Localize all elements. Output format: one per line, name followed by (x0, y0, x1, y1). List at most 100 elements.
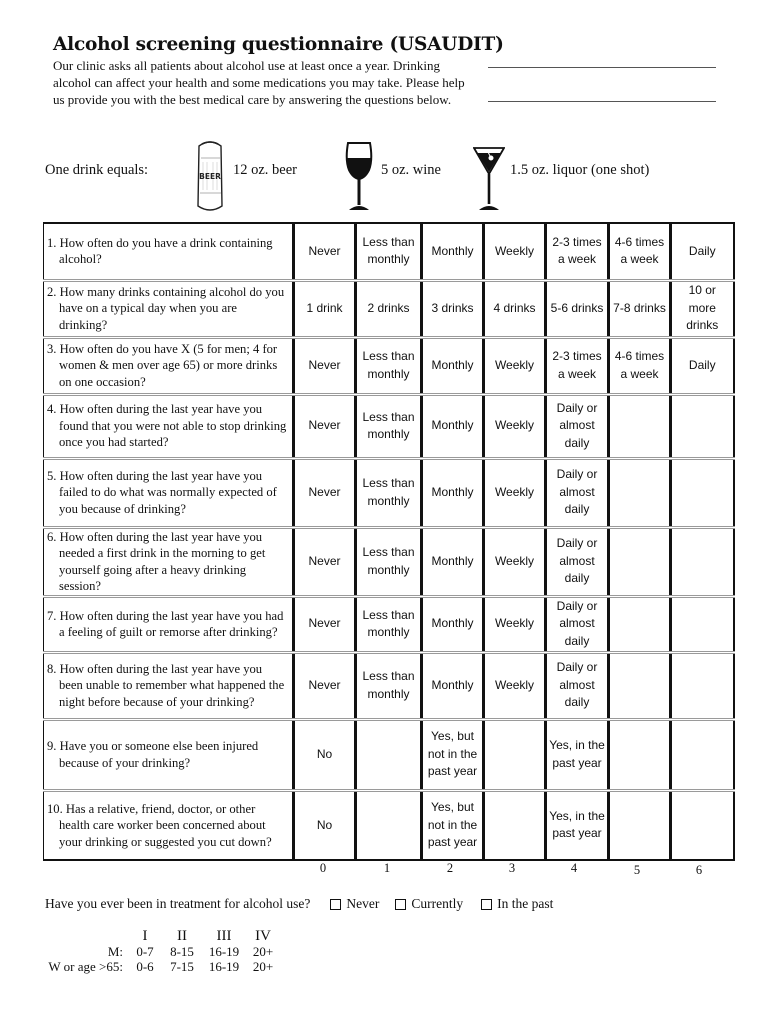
answer-option-cell[interactable] (607, 650, 672, 721)
blank-line-1[interactable] (488, 67, 716, 68)
answer-option-label: Weekly (494, 243, 535, 258)
answer-option-cell[interactable] (669, 525, 735, 598)
answer-option-label: Weekly (494, 553, 535, 568)
question-text: 9. Have you or someone else been injured… (47, 739, 259, 770)
zone-value: 8-15 (170, 944, 194, 959)
answer-option-label: Less than monthly (362, 234, 415, 267)
answer-option-cell[interactable] (669, 650, 735, 721)
answer-option-cell[interactable]: Never (292, 650, 357, 721)
answer-option-cell[interactable] (354, 788, 423, 861)
answer-option-cell[interactable]: 2-3 times a week (544, 335, 610, 396)
answer-option-cell[interactable]: Weekly (482, 335, 547, 396)
answer-option-cell[interactable]: Never (292, 222, 357, 282)
answer-option-cell[interactable]: Daily or almost daily (544, 594, 610, 654)
score-value: 4 (570, 861, 578, 875)
answer-option-cell[interactable] (482, 717, 547, 792)
answer-option-cell[interactable] (607, 392, 672, 460)
answer-option-cell[interactable] (354, 717, 423, 792)
answer-option-cell[interactable]: Daily or almost daily (544, 525, 610, 598)
answer-option-cell[interactable]: Yes, but not in the past year (420, 717, 485, 792)
answer-option-cell[interactable]: Daily or almost daily (544, 456, 610, 529)
checkbox-icon[interactable] (395, 898, 407, 910)
treatment-option-in-the-past[interactable]: In the past (481, 896, 553, 912)
answer-option-cell[interactable]: Less than monthly (354, 392, 423, 460)
answer-option-cell[interactable]: Weekly (482, 392, 547, 460)
answer-option-cell[interactable] (607, 717, 672, 792)
answer-option-cell[interactable] (669, 717, 735, 792)
question-row: 6. How often during the last year have y… (43, 525, 735, 598)
answer-option-cell[interactable] (669, 392, 735, 460)
answer-option-label: Less than monthly (362, 349, 415, 381)
zone-header: II (177, 928, 187, 944)
answer-option-cell[interactable] (607, 456, 672, 529)
answer-option-cell[interactable] (607, 525, 672, 598)
answer-option-cell[interactable]: 10 or more drinks (669, 278, 735, 339)
answer-option-cell[interactable]: Weekly (482, 594, 547, 654)
answer-option-cell[interactable]: Less than monthly (354, 456, 423, 529)
answer-option-cell[interactable] (669, 456, 735, 529)
answer-option-cell[interactable]: Never (292, 392, 357, 460)
answer-option-label: Weekly (494, 677, 535, 692)
question-row: 3. How often do you have X (5 for men; 4… (43, 335, 735, 396)
answer-option-cell[interactable] (607, 788, 672, 861)
answer-option-cell[interactable] (607, 594, 672, 654)
zone-row-men: M: 0-7 8-15 16-19 20+ (40, 944, 280, 959)
answer-option-cell[interactable]: Less than monthly (354, 594, 423, 654)
treatment-option-never[interactable]: Never (330, 896, 379, 912)
answer-option-cell[interactable]: Weekly (482, 222, 547, 282)
answer-option-cell[interactable]: 1 drink (292, 278, 357, 339)
answer-option-cell[interactable]: Monthly (420, 594, 485, 654)
answer-option-cell[interactable]: Daily (669, 222, 735, 282)
answer-option-cell[interactable]: 2 drinks (354, 278, 423, 339)
answer-option-label: Monthly (431, 418, 474, 433)
answer-option-cell[interactable]: Monthly (420, 456, 485, 529)
answer-option-cell[interactable]: 4-6 times a week (607, 222, 672, 282)
blank-line-2[interactable] (488, 101, 716, 102)
answer-option-cell[interactable]: 4-6 times a week (607, 335, 672, 396)
answer-option-cell[interactable]: 7-8 drinks (607, 278, 672, 339)
answer-option-cell[interactable]: Monthly (420, 525, 485, 598)
answer-option-cell[interactable]: Weekly (482, 650, 547, 721)
intro-text: Our clinic asks all patients about alcoh… (53, 58, 465, 107)
answer-option-cell[interactable]: 3 drinks (420, 278, 485, 339)
answer-option-cell[interactable]: 2-3 times a week (544, 222, 610, 282)
answer-option-label: Daily or almost daily (556, 660, 598, 710)
answer-option-cell[interactable]: Never (292, 594, 357, 654)
answer-option-cell[interactable]: Yes, in the past year (544, 788, 610, 861)
answer-option-cell[interactable]: Less than monthly (354, 335, 423, 396)
answer-option-cell[interactable]: Less than monthly (354, 650, 423, 721)
treatment-option-label: In the past (497, 896, 554, 911)
checkbox-icon[interactable] (481, 898, 493, 910)
answer-option-cell[interactable]: Daily or almost daily (544, 650, 610, 721)
answer-option-cell[interactable]: Monthly (420, 222, 485, 282)
answer-option-cell[interactable]: Monthly (420, 392, 485, 460)
answer-option-cell[interactable]: Yes, in the past year (544, 717, 610, 792)
answer-option-cell[interactable]: Less than monthly (354, 222, 423, 282)
score-value: 3 (508, 861, 516, 875)
answer-option-cell[interactable]: Yes, but not in the past year (420, 788, 485, 861)
answer-option-cell[interactable]: 5-6 drinks (544, 278, 610, 339)
answer-option-cell[interactable]: No (292, 717, 357, 792)
answer-option-label: Never (308, 484, 341, 499)
answer-option-cell[interactable]: Never (292, 456, 357, 529)
answer-option-cell[interactable]: No (292, 788, 357, 861)
answer-option-cell[interactable] (669, 788, 735, 861)
checkbox-icon[interactable] (330, 898, 342, 910)
answer-option-cell[interactable]: Monthly (420, 650, 485, 721)
answer-option-cell[interactable]: Never (292, 335, 357, 396)
answer-option-cell[interactable]: Monthly (420, 335, 485, 396)
zone-value: 0-7 (136, 944, 154, 959)
answer-option-cell[interactable]: Less than monthly (354, 525, 423, 598)
answer-option-cell[interactable]: 4 drinks (482, 278, 547, 339)
answer-option-cell[interactable]: Weekly (482, 525, 547, 598)
treatment-option-currently[interactable]: Currently (395, 896, 463, 912)
answer-option-cell[interactable] (482, 788, 547, 861)
answer-option-cell[interactable]: Never (292, 525, 357, 598)
beer-label: 12 oz. beer (233, 162, 298, 178)
answer-option-cell[interactable]: Daily or almost daily (544, 392, 610, 460)
answer-option-cell[interactable] (669, 594, 735, 654)
zone-header: IV (255, 928, 271, 944)
answer-option-label: 2-3 times a week (552, 349, 602, 381)
answer-option-cell[interactable]: Daily (669, 335, 735, 396)
answer-option-cell[interactable]: Weekly (482, 456, 547, 529)
